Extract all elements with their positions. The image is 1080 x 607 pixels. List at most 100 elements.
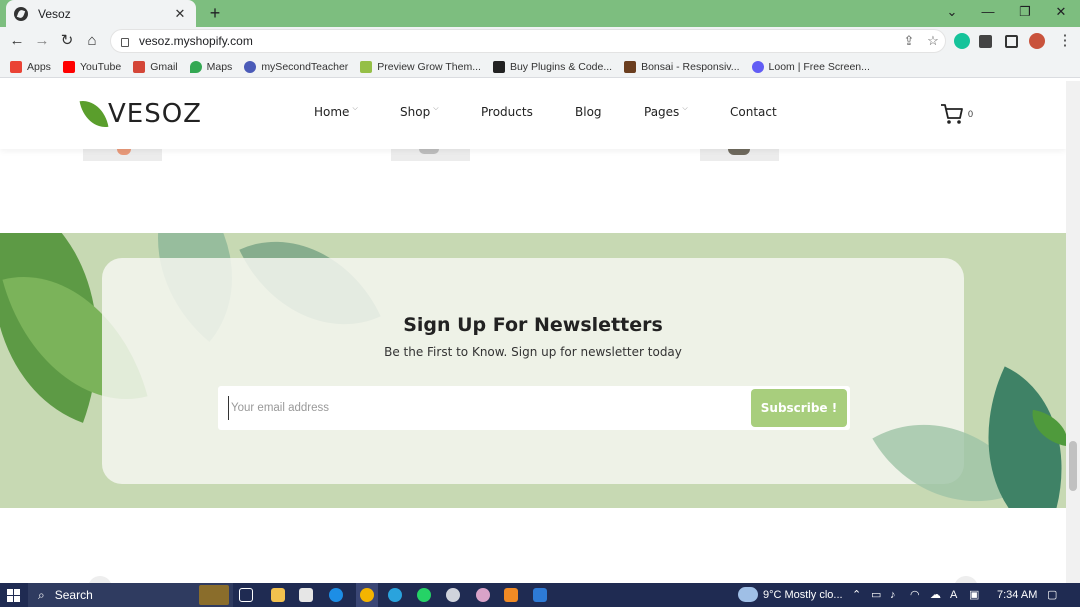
weather-text[interactable]: 9°C Mostly clo...: [763, 583, 843, 607]
nav-shop-label: Shop: [400, 105, 431, 119]
sublime-icon[interactable]: [504, 588, 518, 602]
close-window-icon[interactable]: ✕: [1043, 0, 1079, 24]
battery-icon[interactable]: ▭: [871, 583, 881, 607]
bookmark-loom[interactable]: Loom | Free Screen...: [751, 60, 870, 73]
home-icon[interactable]: ⌂: [81, 30, 103, 52]
side-panel-icon[interactable]: [1005, 35, 1018, 48]
carousel-next-icon[interactable]: [954, 576, 978, 583]
vesoz-favicon-icon: [14, 6, 28, 21]
grammarly-icon[interactable]: [954, 33, 970, 49]
telegram-icon[interactable]: [388, 588, 402, 602]
back-icon[interactable]: ←: [6, 30, 28, 52]
weather-cloud-icon[interactable]: [738, 587, 758, 602]
browser-tab[interactable]: Vesoz ✕: [6, 0, 196, 27]
clock[interactable]: 7:34 AM: [997, 583, 1037, 607]
nav-home-label: Home: [314, 105, 350, 119]
extensions-puzzle-icon[interactable]: [979, 35, 992, 48]
leaf-logo-icon: [79, 97, 109, 131]
restore-icon[interactable]: ❐: [1007, 0, 1043, 24]
cart-count: 0: [968, 109, 974, 119]
nav-pages[interactable]: Pages ⌵: [644, 105, 688, 119]
show-hidden-icons-icon[interactable]: ⌃: [852, 583, 861, 607]
address-bar[interactable]: vesoz.myshopify.com ⇪ ☆: [110, 29, 946, 53]
page-scrollbar[interactable]: [1066, 81, 1080, 583]
new-tab-icon[interactable]: +: [205, 3, 225, 23]
nav-shop[interactable]: Shop ⌵: [400, 105, 439, 119]
whatsapp-icon[interactable]: [417, 588, 431, 602]
site-logo[interactable]: VESOZ: [79, 97, 202, 131]
cloud-sync-icon[interactable]: ☁: [930, 583, 941, 607]
edge-icon[interactable]: [329, 588, 343, 602]
bookmark-star-icon[interactable]: ☆: [921, 33, 945, 49]
loom-icon: [751, 60, 764, 73]
notifications-icon[interactable]: ▢: [1047, 583, 1057, 607]
bookmark-label: Gmail: [150, 60, 178, 73]
profile-avatar[interactable]: [1029, 33, 1045, 49]
nav-products[interactable]: Products: [481, 105, 533, 119]
nav-home[interactable]: Home ⌵: [314, 105, 358, 119]
newsletter-subtitle: Be the First to Know. Sign up for newsle…: [384, 345, 682, 359]
store-icon[interactable]: [299, 588, 313, 602]
subscribe-button[interactable]: Subscribe !: [751, 389, 847, 427]
tab-search-chevron-icon[interactable]: ⌄: [934, 0, 970, 24]
lock-icon[interactable]: [121, 37, 129, 47]
close-tab-icon[interactable]: ✕: [172, 6, 188, 22]
wifi-icon[interactable]: ◠: [910, 583, 920, 607]
reload-icon[interactable]: ↻: [56, 30, 78, 52]
settings-gear-icon[interactable]: [446, 588, 460, 602]
product-image-fragment: [117, 149, 131, 155]
chevron-down-icon: ⌵: [433, 105, 439, 112]
taskbar-search[interactable]: ⌕ Search: [28, 583, 233, 607]
bookmark-mysecondteacher[interactable]: mySecondTeacher: [244, 60, 348, 73]
bookmark-label: YouTube: [79, 60, 122, 73]
share-icon[interactable]: ⇪: [897, 33, 921, 49]
tab-title: Vesoz: [38, 6, 71, 21]
windows-start-icon[interactable]: [7, 589, 20, 602]
email-input[interactable]: [228, 396, 738, 420]
language-icon[interactable]: A: [950, 583, 957, 607]
nav-products-label: Products: [481, 105, 533, 119]
app-icon[interactable]: [476, 588, 490, 602]
browser-toolbar: ← → ↻ ⌂ vesoz.myshopify.com ⇪ ☆ ⋮: [0, 27, 1080, 56]
product-image-fragment: [419, 149, 439, 154]
youtube-icon: [62, 60, 75, 73]
chrome-icon[interactable]: [360, 588, 374, 602]
bookmark-buy-plugins[interactable]: Buy Plugins & Code...: [492, 60, 613, 73]
app-window-icon[interactable]: [533, 588, 547, 602]
bookmark-apps[interactable]: Apps: [10, 60, 51, 73]
newsletter-card: [102, 258, 964, 484]
bookmark-gmail[interactable]: Gmail: [133, 60, 178, 73]
forward-icon[interactable]: →: [31, 30, 53, 52]
logo-text: VESOZ: [108, 99, 202, 129]
taskbar-search-label: Search: [54, 588, 93, 602]
cart-icon[interactable]: [940, 103, 964, 125]
url-text[interactable]: vesoz.myshopify.com: [139, 34, 897, 48]
product-thumbnail[interactable]: [700, 149, 779, 161]
bookmark-maps[interactable]: Maps: [189, 60, 232, 73]
nav-contact[interactable]: Contact: [730, 105, 777, 119]
bookmark-preview-grow[interactable]: Preview Grow Them...: [360, 60, 481, 73]
bookmark-label: Loom | Free Screen...: [768, 60, 870, 73]
chrome-menu-icon[interactable]: ⋮: [1054, 30, 1076, 52]
task-view-icon[interactable]: [239, 588, 253, 602]
apps-grid-icon: [10, 60, 22, 73]
app-tray-icon[interactable]: ▣: [969, 583, 979, 607]
product-thumbnail[interactable]: [391, 149, 470, 161]
scrollbar-thumb[interactable]: [1069, 441, 1077, 491]
gmail-icon: [133, 60, 146, 73]
site-header: VESOZ Home ⌵ Shop ⌵ Products Blog Pages ⌵ C…: [0, 81, 1066, 149]
bookmark-bonsai[interactable]: Bonsai - Responsiv...: [624, 60, 740, 73]
minimize-icon[interactable]: —: [970, 0, 1006, 24]
nav-blog[interactable]: Blog: [575, 105, 602, 119]
carousel-prev-icon[interactable]: [88, 576, 112, 583]
file-explorer-icon[interactable]: [271, 588, 285, 602]
bookmark-label: Buy Plugins & Code...: [509, 60, 613, 73]
chevron-down-icon: ⌵: [682, 105, 688, 112]
web-page: VESOZ Home ⌵ Shop ⌵ Products Blog Pages ⌵ C…: [0, 81, 1066, 583]
volume-icon[interactable]: ♪: [890, 583, 896, 607]
bonsai-icon: [624, 60, 637, 73]
product-thumbnail[interactable]: [83, 149, 162, 161]
bookmark-youtube[interactable]: YouTube: [62, 60, 122, 73]
search-highlight-image: [199, 585, 229, 605]
chevron-down-icon: ⌵: [352, 105, 358, 112]
